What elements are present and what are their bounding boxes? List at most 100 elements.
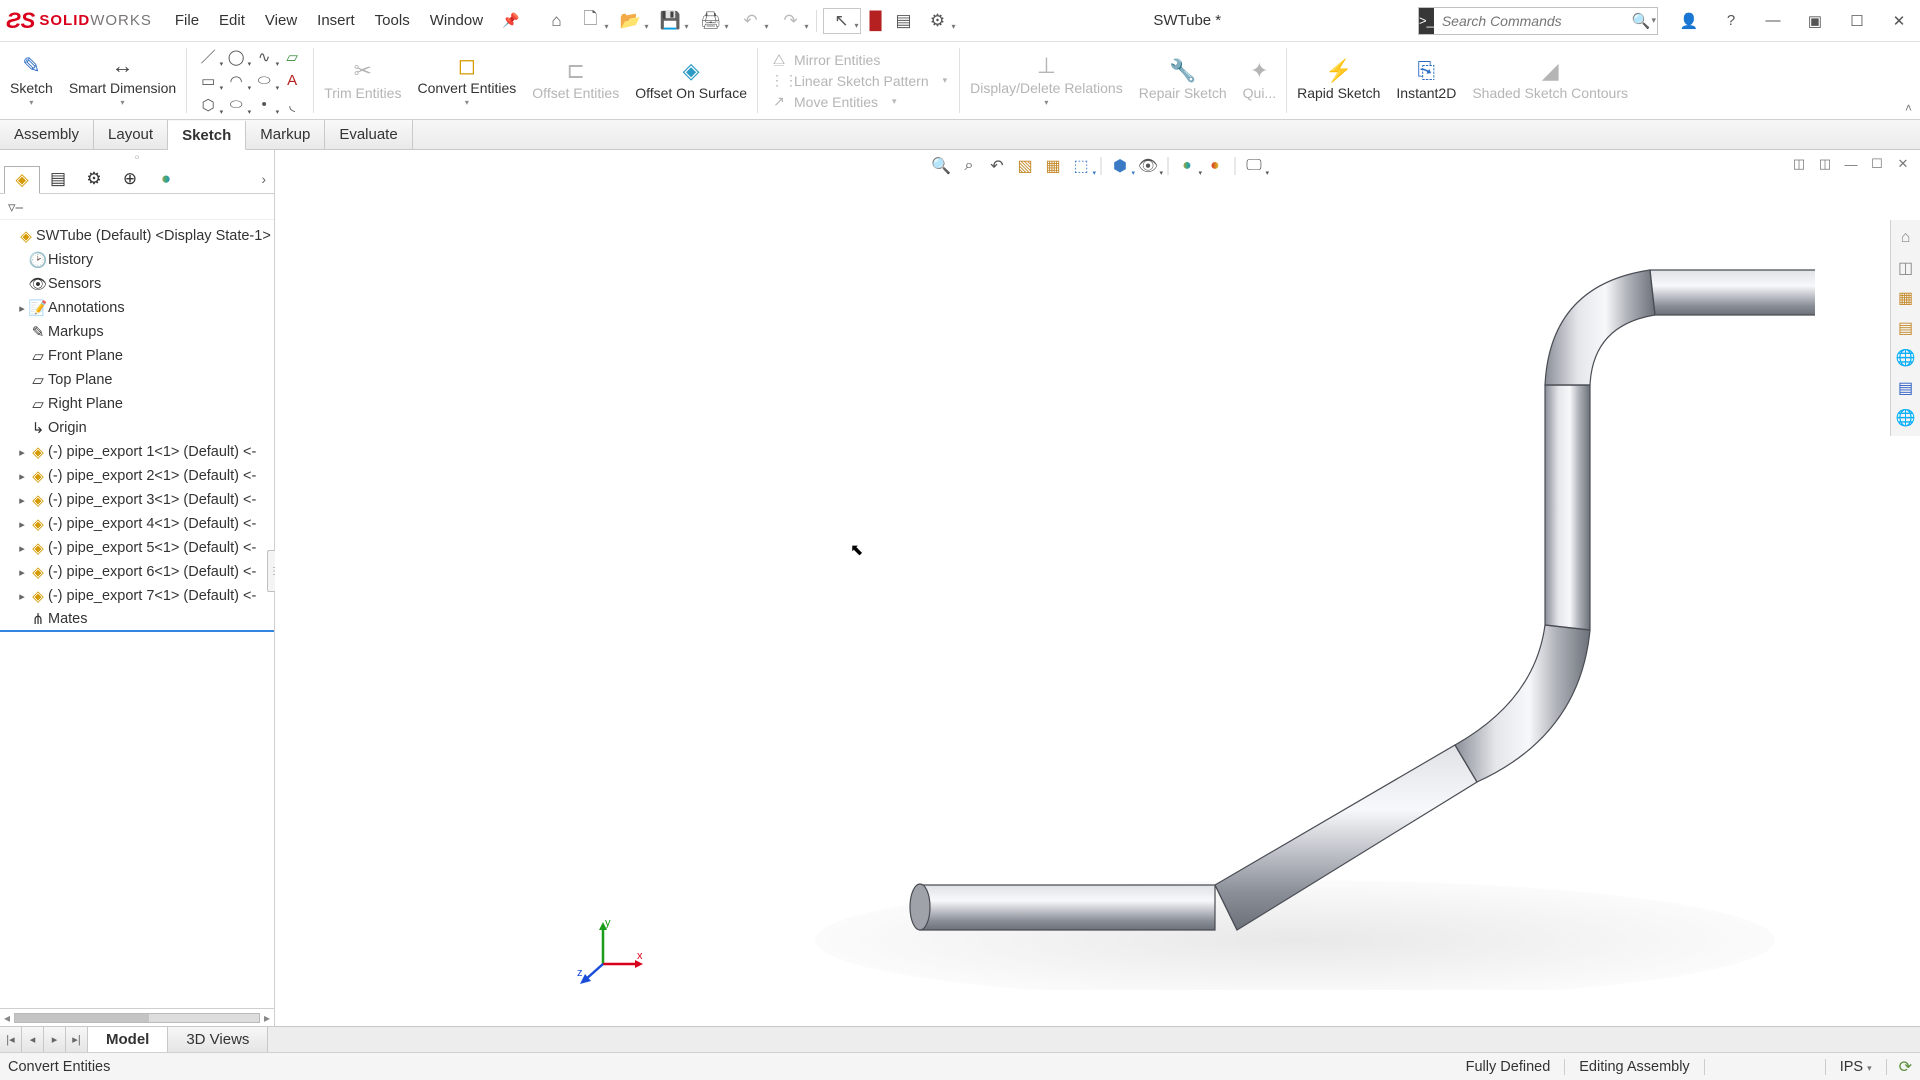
select-cursor-icon[interactable]: ↖▾: [823, 8, 861, 34]
search-input[interactable]: [1434, 13, 1632, 29]
linear-pattern-button[interactable]: ⋮⋮Linear Sketch Pattern▾: [770, 72, 947, 89]
tree-component[interactable]: ▸◈(-) pipe_export 4<1> (Default) <-: [0, 512, 274, 536]
expand-icon[interactable]: ▸: [16, 302, 28, 315]
custom-props-icon[interactable]: 🌐: [1894, 406, 1918, 430]
save-icon[interactable]: 💾▾: [652, 8, 690, 34]
panel-grip[interactable]: ∘: [0, 150, 274, 164]
tree-root[interactable]: ◈SWTube (Default) <Display State-1>: [0, 224, 274, 248]
tab-nav-last-icon[interactable]: ▸|: [66, 1027, 88, 1052]
expand-icon[interactable]: ▸: [16, 518, 28, 531]
viewport-minimize-icon[interactable]: —: [1840, 154, 1862, 174]
circle-tool-icon[interactable]: ◯▾: [223, 46, 249, 68]
home-icon[interactable]: ⌂: [544, 8, 570, 34]
tree-markups[interactable]: ✎Markups: [0, 320, 274, 344]
viewport-maximize-icon[interactable]: ☐: [1866, 154, 1888, 174]
offset-entities-button[interactable]: ⊏ Offset Entities: [524, 42, 627, 119]
panel-horizontal-scrollbar[interactable]: ◂▸: [0, 1008, 274, 1026]
text-tool-icon[interactable]: A: [279, 70, 305, 92]
menu-view[interactable]: View: [256, 8, 306, 33]
restore-icon[interactable]: ▣: [1800, 6, 1830, 36]
home-pane-icon[interactable]: ⌂: [1894, 226, 1918, 250]
open-doc-icon[interactable]: 📂▾: [612, 8, 650, 34]
tab-evaluate[interactable]: Evaluate: [325, 120, 412, 149]
ellipse-tool-icon[interactable]: ⬭▾: [251, 70, 277, 92]
line-tool-icon[interactable]: ／▾: [195, 46, 221, 68]
tree-component[interactable]: ▸◈(-) pipe_export 3<1> (Default) <-: [0, 488, 274, 512]
viewport-popup2-icon[interactable]: ◫: [1814, 154, 1836, 174]
close-icon[interactable]: ✕: [1884, 6, 1914, 36]
tree-right-plane[interactable]: ▱Right Plane: [0, 392, 274, 416]
shaded-contours-button[interactable]: ◢ Shaded Sketch Contours: [1464, 42, 1636, 119]
rebuild-icon[interactable]: █: [863, 8, 889, 34]
tree-filter[interactable]: ▿⎯: [0, 194, 274, 220]
repair-sketch-button[interactable]: 🔧 Repair Sketch: [1131, 42, 1235, 119]
pin-icon[interactable]: 📌: [502, 12, 519, 29]
menu-file[interactable]: File: [166, 8, 208, 33]
expand-icon[interactable]: ▸: [16, 494, 28, 507]
redo-icon[interactable]: ↷▾: [772, 8, 810, 34]
print-icon[interactable]: 🖨▾: [692, 8, 730, 34]
tree-component[interactable]: ▸◈(-) pipe_export 6<1> (Default) <-: [0, 560, 274, 584]
resources-pane-icon[interactable]: ◫: [1894, 256, 1918, 280]
tree-mates[interactable]: ⋔Mates: [0, 608, 274, 632]
expand-icon[interactable]: ▸: [16, 566, 28, 579]
design-library-icon[interactable]: ▦: [1894, 286, 1918, 310]
mirror-entities-button[interactable]: ⧋Mirror Entities: [770, 51, 947, 68]
menu-insert[interactable]: Insert: [308, 8, 364, 33]
expand-icon[interactable]: ▸: [16, 542, 28, 555]
bottom-tab-model[interactable]: Model: [88, 1027, 168, 1052]
expand-icon[interactable]: ▸: [16, 446, 28, 459]
tree-component[interactable]: ▸◈(-) pipe_export 1<1> (Default) <-: [0, 440, 274, 464]
user-account-icon[interactable]: 👤: [1674, 6, 1704, 36]
search-icon[interactable]: 🔍: [1632, 12, 1651, 30]
tab-nav-prev-icon[interactable]: ◂: [22, 1027, 44, 1052]
fillet-tool-icon[interactable]: ◟: [279, 94, 305, 116]
status-units[interactable]: IPS▾: [1826, 1059, 1886, 1075]
tab-markup[interactable]: Markup: [246, 120, 325, 149]
menu-window[interactable]: Window: [421, 8, 492, 33]
menu-tools[interactable]: Tools: [366, 8, 419, 33]
menu-edit[interactable]: Edit: [210, 8, 254, 33]
appearances-pane-icon[interactable]: ▤: [1894, 376, 1918, 400]
undo-icon[interactable]: ↶▾: [732, 8, 770, 34]
bottom-tab-3dviews[interactable]: 3D Views: [168, 1027, 268, 1052]
search-commands-box[interactable]: >_ 🔍 ▾: [1418, 7, 1658, 35]
tab-assembly[interactable]: Assembly: [0, 120, 94, 149]
property-tab-icon[interactable]: ▤: [40, 165, 76, 193]
rapid-sketch-button[interactable]: ⚡ Rapid Sketch: [1289, 42, 1388, 119]
spline-tool-icon[interactable]: ∿▾: [251, 46, 277, 68]
tree-front-plane[interactable]: ▱Front Plane: [0, 344, 274, 368]
viewport-close-icon[interactable]: ✕: [1892, 154, 1914, 174]
instant2d-button[interactable]: ⎘ Instant2D: [1388, 42, 1464, 119]
expand-icon[interactable]: ▸: [16, 590, 28, 603]
expand-icon[interactable]: ▸: [16, 470, 28, 483]
doc-options-icon[interactable]: ▤: [891, 8, 917, 34]
tab-nav-next-icon[interactable]: ▸: [44, 1027, 66, 1052]
tree-top-plane[interactable]: ▱Top Plane: [0, 368, 274, 392]
panel-expand-icon[interactable]: ›: [261, 171, 266, 187]
tree-component[interactable]: ▸◈(-) pipe_export 7<1> (Default) <-: [0, 584, 274, 608]
help-icon[interactable]: ?: [1716, 6, 1746, 36]
tab-nav-first-icon[interactable]: |◂: [0, 1027, 22, 1052]
polygon-tool-icon[interactable]: ⬡▾: [195, 94, 221, 116]
display-tab-icon[interactable]: ●: [148, 165, 184, 193]
settings-gear-icon[interactable]: ⚙▾: [919, 8, 957, 34]
ribbon-collapse-icon[interactable]: ˄: [1905, 101, 1912, 115]
new-doc-icon[interactable]: 🗋▾: [572, 8, 610, 34]
tree-origin[interactable]: ↳Origin: [0, 416, 274, 440]
tab-sketch[interactable]: Sketch: [168, 121, 246, 150]
config-tab-icon[interactable]: ⚙: [76, 165, 112, 193]
dimxpert-tab-icon[interactable]: ⊕: [112, 165, 148, 193]
orientation-triad[interactable]: y x z: [575, 916, 645, 986]
rectangle-tool-icon[interactable]: ▭▾: [195, 70, 221, 92]
display-delete-relations-button[interactable]: ⊥ Display/Delete Relations ▾: [962, 42, 1131, 119]
trim-entities-button[interactable]: ✂ Trim Entities: [316, 42, 409, 119]
maximize-icon[interactable]: ☐: [1842, 6, 1872, 36]
tree-history[interactable]: 🕑History: [0, 248, 274, 272]
sketch-button[interactable]: ✎ Sketch ▾: [2, 42, 61, 119]
feature-tree-tab-icon[interactable]: ◈: [4, 166, 40, 194]
point-tool-icon[interactable]: •▾: [251, 94, 277, 116]
file-explorer-icon[interactable]: ▤: [1894, 316, 1918, 340]
plane-tool-icon[interactable]: ▱: [279, 46, 305, 68]
arc-tool-icon[interactable]: ◠▾: [223, 70, 249, 92]
